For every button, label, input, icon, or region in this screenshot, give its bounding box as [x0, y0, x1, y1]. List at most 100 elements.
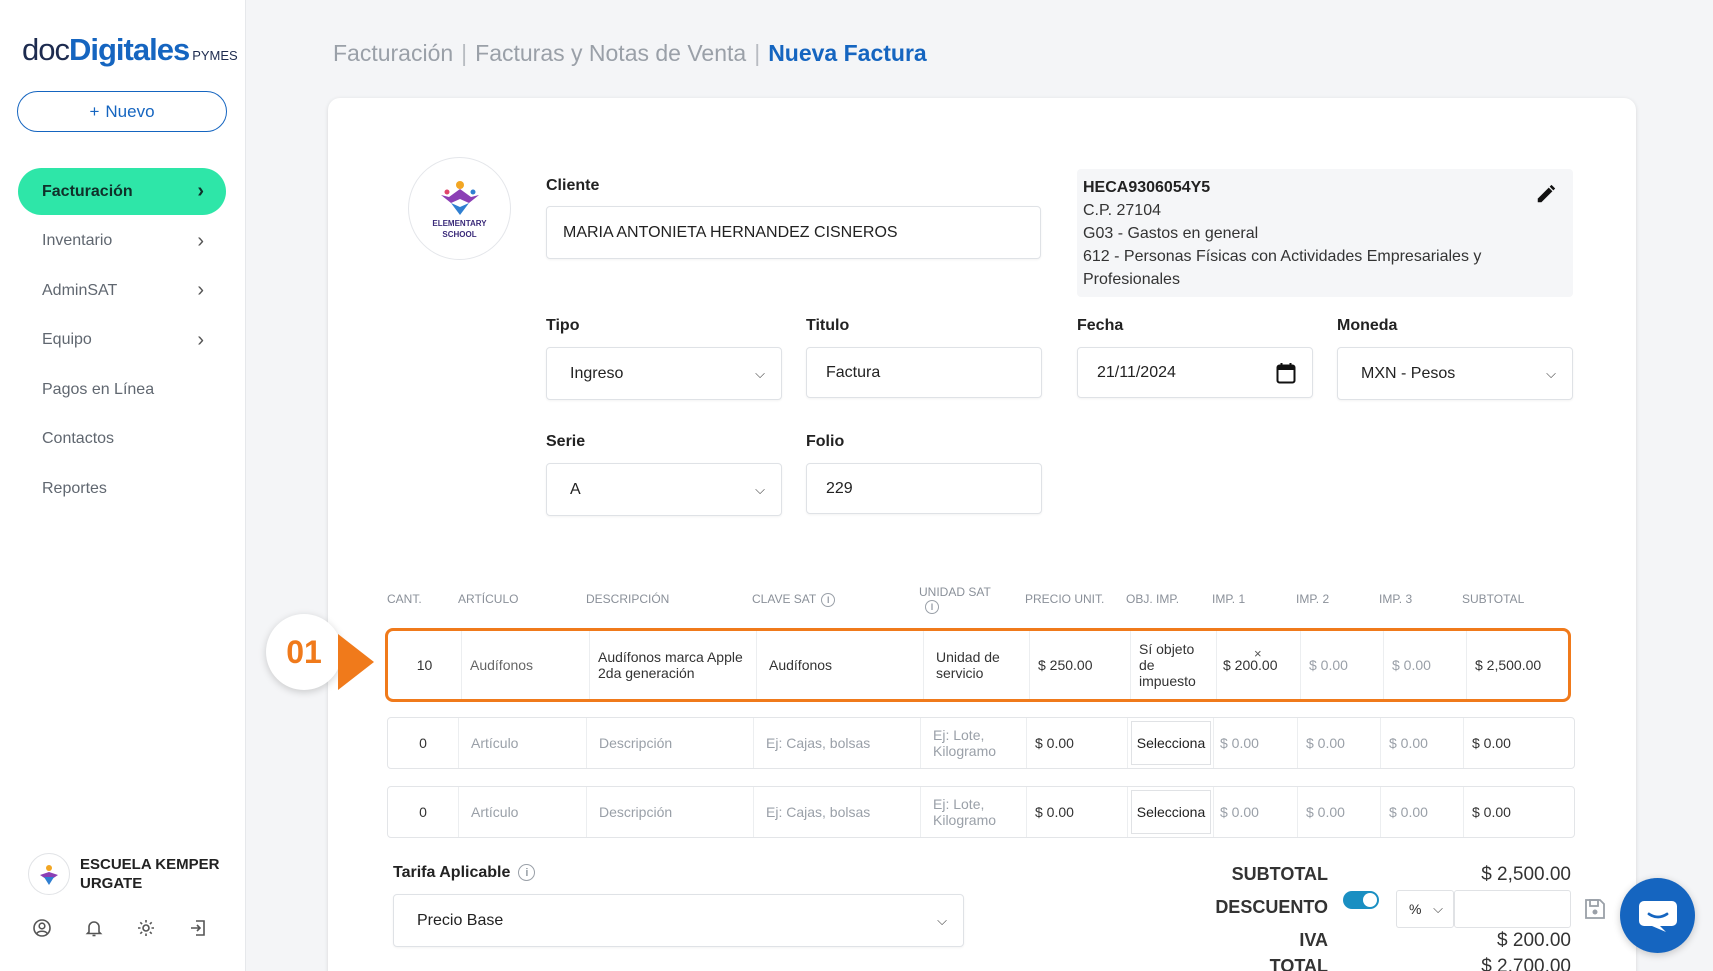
folio-input[interactable]: 229	[806, 463, 1042, 514]
cell-imp2[interactable]: $ 0.00	[1301, 631, 1384, 699]
info-icon[interactable]: i	[821, 592, 836, 607]
cell-precio[interactable]: $ 0.00	[1027, 787, 1128, 837]
sidebar-item-equipo[interactable]: Equipo ›	[18, 317, 226, 364]
col-header-obj: OBJ. IMP.	[1126, 592, 1180, 606]
info-icon[interactable]: i	[925, 599, 939, 614]
cell-imp3[interactable]: $ 0.00	[1381, 787, 1464, 837]
folio-value: 229	[826, 479, 853, 497]
iva-value: $ 200.00	[1497, 930, 1571, 951]
cell-imp1[interactable]: $ 200.00	[1217, 631, 1301, 699]
cell-imp2[interactable]: $ 0.00	[1298, 787, 1381, 837]
col-header-articulo: ARTÍCULO	[458, 592, 519, 606]
sidebar-item-inventario[interactable]: Inventario ›	[18, 218, 226, 265]
sidebar-item-label: Pagos en Línea	[42, 380, 155, 398]
obj-imp-select[interactable]: Selecciona	[1131, 790, 1211, 834]
cell-articulo[interactable]: Artículo	[459, 787, 587, 837]
cell-obj-imp: Selecciona	[1128, 718, 1214, 768]
client-regimen: 612 - Personas Físicas con Actividades E…	[1083, 248, 1482, 288]
sidebar-item-pagos[interactable]: Pagos en Línea	[18, 366, 226, 413]
tarifa-select[interactable]: Precio Base ⌵	[393, 894, 964, 947]
clear-icon[interactable]: ×	[1254, 646, 1262, 661]
subtotal-label: SUBTOTAL	[1231, 864, 1328, 884]
cell-subtotal: $ 2,500.00	[1475, 657, 1542, 673]
descuento-type-select[interactable]: % ⌵	[1396, 890, 1454, 928]
moneda-label: Moneda	[1337, 317, 1398, 334]
serie-label: Serie	[546, 433, 586, 450]
col-header-clave: CLAVE SAT i	[752, 592, 836, 607]
cell-precio[interactable]: $ 0.00	[1027, 718, 1128, 768]
cell-descripcion[interactable]: Descripción	[587, 787, 754, 837]
col-header-imp3: IMP. 3	[1379, 592, 1413, 606]
serie-select[interactable]: A ⌵	[546, 463, 782, 516]
breadcrumb-facturas[interactable]: Facturas y Notas de Venta	[475, 40, 746, 67]
cell-unidad[interactable]: Ej: Lote, Kilogramo	[921, 718, 1027, 768]
user-profile-icon[interactable]	[32, 918, 52, 938]
table-row[interactable]: 10 Audífonos Audífonos marca Apple 2da g…	[385, 628, 1571, 702]
chat-button[interactable]	[1620, 878, 1695, 953]
cell-obj-imp[interactable]: Sí objeto de impuesto	[1131, 631, 1217, 699]
company-switcher[interactable]: ESCUELA KEMPER URGATE	[28, 853, 230, 895]
cliente-input[interactable]: MARIA ANTONIETA HERNANDEZ CISNEROS	[546, 206, 1041, 259]
cell-descripcion[interactable]: Descripción	[587, 718, 754, 768]
breadcrumb-separator: |	[461, 40, 468, 66]
sidebar: doc Digitales PYMES + Nuevo Facturación …	[0, 0, 246, 971]
tipo-select[interactable]: Ingreso ⌵	[546, 347, 782, 400]
cell-clave[interactable]: Ej: Cajas, bolsas	[754, 787, 921, 837]
company-name: ESCUELA KEMPER URGATE	[80, 856, 220, 892]
table-row[interactable]: 0 Artículo Descripción Ej: Cajas, bolsas…	[387, 786, 1575, 838]
cell-imp3[interactable]: $ 0.00	[1381, 718, 1464, 768]
bell-icon[interactable]	[84, 918, 104, 938]
cell-imp3[interactable]: $ 0.00	[1384, 631, 1467, 699]
cell-unidad[interactable]: Unidad de servicio	[924, 631, 1030, 699]
chevron-right-icon: ›	[197, 229, 204, 252]
sidebar-item-contactos[interactable]: Contactos	[18, 416, 226, 463]
breadcrumb: Facturación | Facturas y Notas de Venta …	[333, 40, 927, 67]
logo-text-1: ELEMENTARY	[432, 218, 487, 228]
cell-clave[interactable]: Ej: Cajas, bolsas	[754, 718, 921, 768]
breadcrumb-facturacion[interactable]: Facturación	[333, 40, 453, 67]
brand-part-1: doc	[22, 32, 70, 67]
sidebar-item-facturacion[interactable]: Facturación ›	[18, 168, 226, 215]
descuento-input[interactable]	[1454, 890, 1571, 928]
cell-clave[interactable]: Audífonos	[757, 631, 924, 699]
cell-subtotal: $ 0.00	[1472, 804, 1511, 820]
sidebar-item-reportes[interactable]: Reportes	[18, 465, 226, 512]
pencil-icon[interactable]	[1535, 183, 1557, 205]
col-header-unidad: UNIDAD SAT i	[919, 585, 991, 614]
breadcrumb-current: Nueva Factura	[768, 40, 927, 66]
cell-cant[interactable]: 10	[388, 631, 462, 699]
arrow-right-icon	[338, 634, 374, 690]
sidebar-item-label: Equipo	[42, 331, 92, 348]
cell-descripcion[interactable]: Audífonos marca Apple 2da generación	[590, 631, 757, 699]
cell-imp2[interactable]: $ 0.00	[1298, 718, 1381, 768]
cell-imp1[interactable]: $ 0.00	[1214, 787, 1298, 837]
gear-icon[interactable]	[136, 918, 156, 938]
serie-value: A	[570, 480, 581, 498]
moneda-value: MXN - Pesos	[1361, 364, 1456, 382]
cell-cant[interactable]: 0	[388, 787, 459, 837]
table-row[interactable]: 0 Artículo Descripción Ej: Cajas, bolsas…	[387, 717, 1575, 769]
fecha-input[interactable]: 21/11/2024	[1077, 347, 1313, 398]
calendar-icon[interactable]	[1276, 362, 1296, 384]
cliente-label: Cliente	[546, 177, 600, 194]
logout-icon[interactable]	[188, 918, 208, 938]
cell-cant[interactable]: 0	[388, 718, 459, 768]
cliente-value: MARIA ANTONIETA HERNANDEZ CISNEROS	[563, 223, 898, 241]
sidebar-item-label: Facturación	[42, 182, 133, 200]
descuento-toggle[interactable]	[1343, 891, 1379, 909]
save-icon[interactable]	[1583, 897, 1607, 921]
cell-articulo[interactable]: Artículo	[459, 718, 587, 768]
brand-logo[interactable]: doc Digitales PYMES	[22, 32, 238, 68]
moneda-select[interactable]: MXN - Pesos ⌵	[1337, 347, 1573, 400]
titulo-input[interactable]: Factura	[806, 347, 1042, 398]
obj-imp-select[interactable]: Selecciona	[1131, 721, 1211, 765]
new-button[interactable]: + Nuevo	[17, 91, 227, 132]
sidebar-item-adminsat[interactable]: AdminSAT ›	[18, 267, 226, 314]
cell-precio[interactable]: $ 250.00	[1030, 631, 1131, 699]
cell-obj-imp: Selecciona	[1128, 787, 1214, 837]
chevron-right-icon: ›	[197, 180, 204, 202]
cell-unidad[interactable]: Ej: Lote, Kilogramo	[921, 787, 1027, 837]
info-icon[interactable]: i	[518, 864, 536, 882]
cell-imp1[interactable]: $ 0.00	[1214, 718, 1298, 768]
cell-articulo[interactable]: Audífonos	[462, 631, 590, 699]
